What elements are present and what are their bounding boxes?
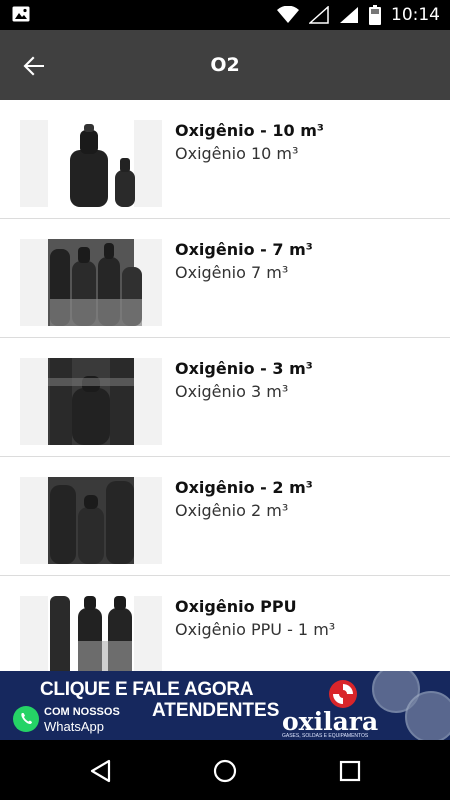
ad-banner[interactable]: CLIQUE E FALE AGORA COM NOSSOS ATENDENTE… (0, 671, 450, 740)
product-name: Oxigênio - 10 m³ (175, 121, 324, 140)
product-description: Oxigênio PPU - 1 m³ (175, 620, 336, 639)
nav-home-icon[interactable] (212, 758, 238, 784)
product-description: Oxigênio 10 m³ (175, 144, 299, 163)
whatsapp-icon (13, 706, 39, 732)
nav-back-icon[interactable] (88, 758, 114, 784)
list-item[interactable]: Oxigênio - 3 m³ Oxigênio 3 m³ (0, 338, 450, 457)
product-image (20, 120, 162, 207)
product-list: Oxigênio - 10 m³ Oxigênio 10 m³ Oxigênio… (0, 100, 450, 671)
banner-headline: CLIQUE E FALE AGORA (40, 679, 254, 700)
list-item[interactable]: Oxigênio - 7 m³ Oxigênio 7 m³ (0, 219, 450, 338)
page-title: O2 (210, 54, 240, 76)
list-item[interactable]: Oxigênio - 2 m³ Oxigênio 2 m³ (0, 457, 450, 576)
app-toolbar: O2 (0, 30, 450, 100)
banner-subheadline-small: COM NOSSOS (44, 706, 120, 718)
nav-recents-icon[interactable] (337, 758, 363, 784)
product-image (20, 477, 162, 564)
list-item[interactable]: Oxigênio - 10 m³ Oxigênio 10 m³ (0, 100, 450, 219)
oxilara-logo-icon (329, 680, 357, 708)
signal-icon (309, 6, 329, 24)
whatsapp-label: WhatsApp (44, 719, 104, 734)
list-item[interactable]: Oxigênio PPU Oxigênio PPU - 1 m³ (0, 576, 450, 671)
product-name: Oxigênio - 7 m³ (175, 240, 313, 259)
product-image (20, 358, 162, 445)
product-description: Oxigênio 7 m³ (175, 263, 289, 282)
product-name: Oxigênio - 2 m³ (175, 478, 313, 497)
product-image (20, 239, 162, 326)
arrow-back-icon[interactable] (20, 52, 48, 80)
system-nav-bar (0, 740, 450, 800)
banner-subheadline: ATENDENTES (152, 700, 280, 721)
product-name: Oxigênio - 3 m³ (175, 359, 313, 378)
battery-icon (369, 5, 381, 25)
image-icon (12, 6, 30, 22)
product-image (20, 596, 162, 671)
product-description: Oxigênio 3 m³ (175, 382, 289, 401)
banner-tagline: GASES, SOLDAS E EQUIPAMENTOS (282, 733, 369, 739)
signal-icon (340, 7, 358, 23)
gauge-decoration (405, 691, 450, 740)
status-bar: 10:14 (0, 0, 450, 30)
banner-brand: oxilara (282, 707, 379, 736)
wifi-icon (277, 6, 299, 23)
product-description: Oxigênio 2 m³ (175, 501, 289, 520)
product-name: Oxigênio PPU (175, 597, 297, 616)
status-time: 10:14 (391, 5, 440, 25)
